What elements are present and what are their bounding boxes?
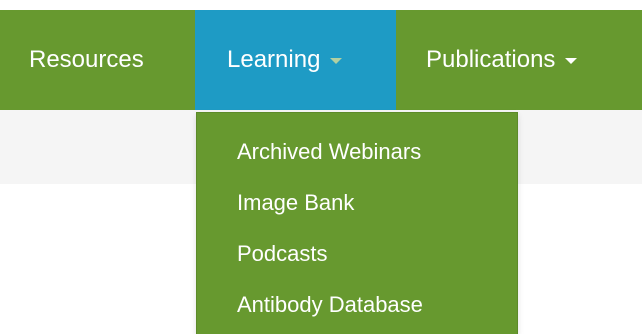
nav-item-label: Learning	[227, 46, 321, 73]
menu-item-image-bank[interactable]: Image Bank	[237, 192, 354, 214]
menu-item-antibody-database[interactable]: Antibody Database	[237, 294, 423, 316]
main-navbar: Resources Learning Publications	[0, 10, 642, 110]
chevron-down-icon	[330, 58, 343, 64]
menu-item-archived-webinars[interactable]: Archived Webinars	[237, 141, 421, 163]
nav-item-label: Resources	[29, 46, 144, 73]
nav-item-learning[interactable]: Learning	[195, 10, 396, 110]
nav-item-label: Publications	[426, 46, 556, 73]
nav-item-resources[interactable]: Resources	[0, 10, 195, 110]
nav-item-publications[interactable]: Publications	[396, 10, 642, 110]
learning-dropdown-menu: Archived Webinars Image Bank Podcasts An…	[196, 112, 518, 334]
chevron-down-icon	[565, 58, 578, 64]
menu-item-podcasts[interactable]: Podcasts	[237, 243, 328, 265]
